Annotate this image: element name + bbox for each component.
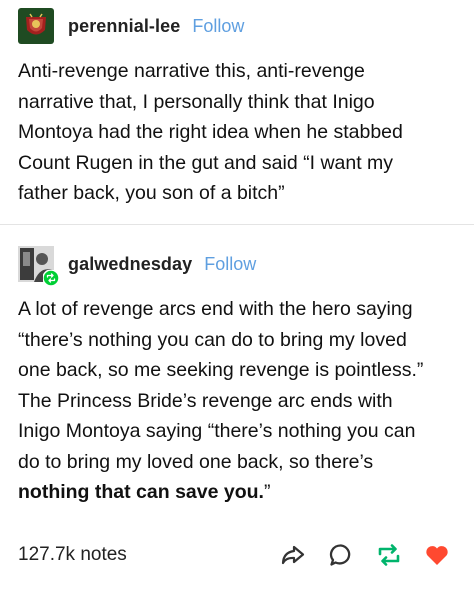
follow-button[interactable]: Follow [192, 16, 244, 37]
post-header: perennial-lee Follow [18, 8, 244, 44]
reply-icon [329, 544, 351, 566]
avatar-perennial-lee[interactable] [18, 8, 54, 44]
body-line: Anti-revenge narrative this, anti-reveng… [18, 60, 365, 82]
post-footer: 127.7k notes [18, 540, 456, 574]
post-body: Anti-revenge narrative this, anti-reveng… [18, 56, 458, 209]
post-body: A lot of revenge arcs end with the hero … [18, 294, 458, 508]
body-line: narrative that, I personally think that … [18, 90, 375, 113]
post-actions [278, 540, 452, 570]
notes-count[interactable]: 127.7k notes [18, 544, 127, 566]
bold-text: nothing that can save you. [18, 481, 264, 503]
post-divider [0, 224, 474, 225]
share-icon [281, 545, 305, 565]
avatar-galwednesday[interactable] [18, 246, 59, 286]
post-header: galwednesday Follow [18, 246, 256, 286]
body-line: Montoya had the right idea when he stabb… [18, 121, 403, 143]
closing-quote: ” [263, 481, 271, 503]
body-line: A lot of revenge arcs end with the hero … [18, 298, 413, 320]
body-line: Inigo Montoya saying “there’s nothing yo… [18, 420, 416, 442]
body-line: do to bring my loved one back, so there’… [18, 450, 374, 473]
body-line-final: nothing that can save you.” [18, 477, 458, 508]
username[interactable]: galwednesday [68, 254, 192, 275]
reblog-icon [378, 544, 400, 566]
like-icon [426, 546, 448, 565]
reblog-badge-icon [43, 270, 59, 286]
body-line: The Princess Bride’s revenge arc ends wi… [18, 389, 393, 412]
body-line: “there’s nothing you can do to bring my … [18, 328, 407, 351]
reply-button[interactable] [326, 540, 356, 570]
body-line: one back, so me seeking revenge is point… [18, 359, 424, 381]
body-line: father back, you son of a bitch” [18, 182, 285, 204]
follow-button[interactable]: Follow [204, 254, 256, 275]
reblog-button[interactable] [374, 540, 404, 570]
username[interactable]: perennial-lee [68, 16, 180, 37]
share-button[interactable] [278, 540, 308, 570]
like-button[interactable] [422, 540, 452, 570]
rose-emblem-avatar-icon [18, 8, 54, 44]
body-line: Count Rugen in the gut and said “I want … [18, 151, 394, 174]
